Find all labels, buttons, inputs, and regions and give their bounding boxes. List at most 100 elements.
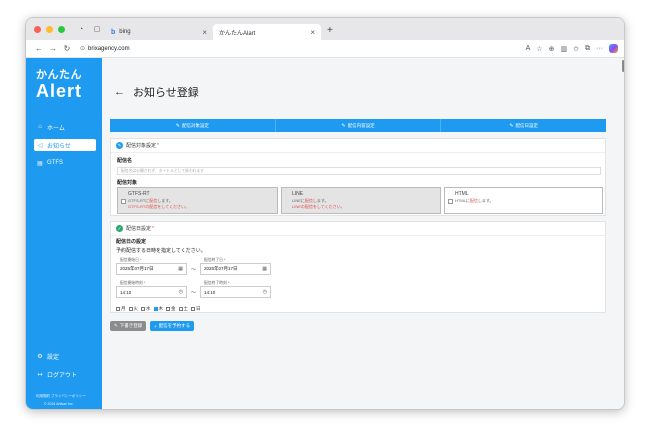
pencil-circle-icon: ✎ [116,142,123,149]
back-button[interactable]: ← [32,44,46,53]
window-controls [34,25,65,33]
pencil-icon: ✎ [509,122,514,129]
target-option-line[interactable]: LINE LINEに配信します。 LINEの配信をしてください。 [281,187,441,214]
new-tab-button[interactable]: + [327,25,333,36]
page-header: ← お知らせ登録 [114,84,199,100]
plus-icon: + [154,323,157,329]
sidebar-item-home[interactable]: ⌂ ホーム [34,121,96,133]
close-tab-icon[interactable]: × [202,28,207,37]
favorite-star-icon[interactable]: ☆ [536,45,542,53]
date-hint: 予約配信する日時を指定してください。 [116,248,206,254]
tab-kantan-alert[interactable]: かんたんAlart × [213,24,321,40]
logo-top: かんたん [36,69,82,81]
sidebar-item-label: GTFS [47,160,63,166]
card-title: 配信日設定 [126,226,152,232]
sidebar-item-label: 設定 [47,354,60,361]
step-label: 配信内容設定 [347,122,375,128]
close-tab-icon[interactable]: × [310,28,315,37]
reload-button[interactable]: ↻ [60,44,74,53]
tab-label: かんたんAlart [219,30,256,37]
collections-icon[interactable]: ⧉ [585,45,590,53]
sidebar-item-notices[interactable]: ◁ お知らせ [34,139,96,151]
check-circle-icon: ✓ [116,225,123,232]
checkbox[interactable] [116,307,120,311]
delivery-name-input[interactable]: 配信名は公開されず、タイトルとして扱われます [117,167,601,175]
toolbar-icons: A ☆ ⊕ ▥ ✩ ⧉ ··· [526,44,618,53]
sidebar-item-label: お知らせ [47,143,71,150]
sidebar-item-gtfs[interactable]: ▤ GTFS [34,157,96,169]
url-text: brixagency.com [88,45,130,52]
sidebar: かんたん Alert ⌂ ホーム ◁ お知らせ ▤ GTFS ⚙ 設定 ↦ ログ… [26,58,102,409]
sidebar-item-settings[interactable]: ⚙ 設定 [34,350,96,362]
weekday-sat[interactable]: 土 [178,306,188,312]
calendar-icon[interactable]: ▦ [178,266,183,272]
checkbox[interactable] [191,307,195,311]
url-field[interactable]: ⊙ brixagency.com [80,45,130,53]
option-title: GTFS-RT [128,191,150,197]
sidebar-item-label: ホーム [47,125,65,132]
start-date-input[interactable]: 2025年07月17日 ▦ [116,263,187,275]
back-arrow-icon[interactable]: ← [114,86,125,98]
placeholder-text: 配信名は公開されず、タイトルとして扱われます [121,168,204,173]
card-title: 配信対象設定 [126,143,157,149]
extensions-icon[interactable]: ⊕ [549,45,555,53]
forward-button[interactable]: → [46,44,60,53]
weekday-mon[interactable]: 月 [116,306,126,312]
minimize-window-button[interactable] [46,25,53,33]
favorites-icon[interactable]: ✩ [573,45,579,53]
checkbox[interactable] [153,307,158,311]
checkbox[interactable] [448,199,453,204]
end-date-input[interactable]: 2025年07月17日 ▦ [200,263,271,275]
split-screen-icon[interactable]: ▥ [561,45,568,53]
start-date-value: 2025年07月17日 [120,266,154,271]
tab-content-settings[interactable]: ✎ 配信内容設定 [275,119,442,132]
checkbox[interactable] [166,307,170,311]
clock-icon[interactable]: ◷ [179,289,183,295]
weekday-wed[interactable]: 水 [141,306,151,312]
target-option-gtfs-rt[interactable]: GTFS-RT GTFS-RTに配信します。 GTFS-RTの配信をしてください… [117,187,278,214]
address-bar: ← → ↻ ⊙ brixagency.com A ☆ ⊕ ▥ ✩ ⧉ ··· [26,40,624,58]
bing-icon: b [111,28,116,36]
checkbox[interactable] [128,307,133,311]
main-content: ← お知らせ登録 ✎ 配信対象設定 ✎ 配信内容設定 ✎ 配信日設定 ✎ 配信対… [102,58,624,409]
schedule-delivery-button[interactable]: + 配信を予約する [150,321,195,331]
tab-bar: ◔ ▢ b bing × かんたんAlart × + [26,18,624,40]
end-time-input[interactable]: 14:10 ◷ [200,286,271,298]
save-draft-button[interactable]: ✎ 下書き登録 [110,321,147,331]
sidebar-item-logout[interactable]: ↦ ログアウト [34,368,96,380]
logo-bottom: Alert [36,81,83,101]
checkbox[interactable] [121,199,126,204]
start-time-input[interactable]: 14:10 ◷ [116,286,187,298]
weekday-sun[interactable]: 日 [191,306,201,312]
tab-actions-icon[interactable]: ▢ [92,24,102,34]
tab-target-settings[interactable]: ✎ 配信対象設定 [110,119,276,132]
checkbox[interactable] [141,307,145,311]
clock-icon[interactable]: ◷ [263,289,267,295]
scrollbar[interactable] [622,60,624,72]
required-mark: * [152,225,154,232]
target-option-html[interactable]: HTML HTMLに配信します。 [444,187,603,214]
target-settings-card: ✎ 配信対象設定 * 配信名 配信名は公開されず、タイトルとして扱われます 配信… [110,138,606,216]
profile-icon[interactable]: ◔ [76,24,86,34]
end-time-value: 14:10 [204,289,216,295]
tab-bing[interactable]: b bing × [105,24,213,40]
read-aloud-icon[interactable]: A [526,45,531,52]
weekday-checkboxes: 月 火 水 木 金 土 日 [116,306,201,312]
checkbox[interactable] [178,307,183,311]
delivery-name-label: 配信名 [117,158,133,164]
copilot-icon[interactable] [609,44,618,53]
tab-date-settings[interactable]: ✎ 配信日設定 [441,119,607,132]
megaphone-icon: ◁ [37,142,43,149]
weekday-thu[interactable]: 木 [153,306,163,312]
lock-icon: ⊙ [80,46,86,52]
calendar-icon[interactable]: ▦ [262,266,267,272]
weekday-tue[interactable]: 火 [128,306,138,312]
footer-links[interactable]: 利用規約 プライバシーポリシー [36,394,86,399]
logout-icon: ↦ [37,371,43,378]
weekday-fri[interactable]: 金 [166,306,176,312]
app-logo[interactable]: かんたん Alert [36,66,92,100]
close-window-button[interactable] [34,25,41,33]
maximize-window-button[interactable] [58,25,65,33]
more-menu-icon[interactable]: ··· [596,45,603,52]
step-tabs: ✎ 配信対象設定 ✎ 配信内容設定 ✎ 配信日設定 [110,119,607,132]
